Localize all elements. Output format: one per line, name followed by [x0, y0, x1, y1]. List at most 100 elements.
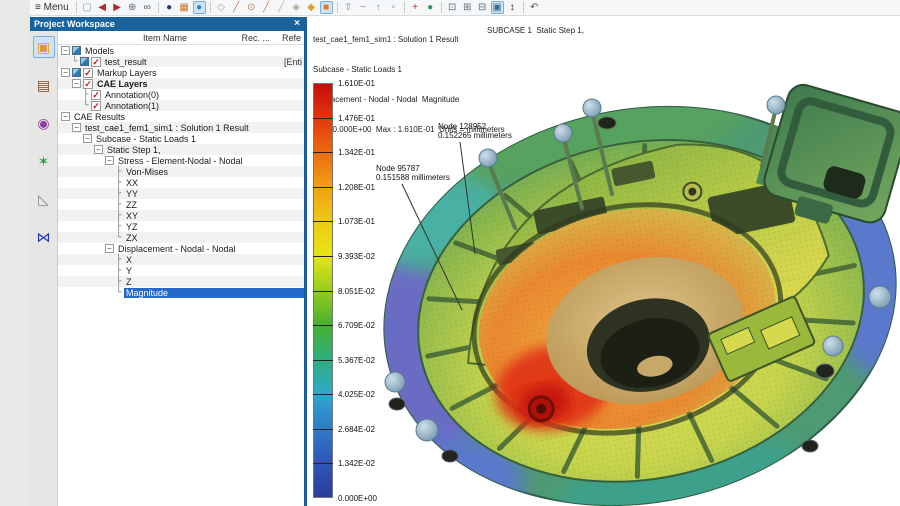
- close-icon[interactable]: ×: [294, 19, 300, 29]
- tree-row[interactable]: ├X: [58, 254, 304, 265]
- tree-row[interactable]: −CAE Results: [58, 111, 304, 122]
- fit-view-icon[interactable]: ⊡: [446, 1, 459, 14]
- markup-line-icon[interactable]: ╱: [230, 1, 243, 14]
- zoom-extents-icon[interactable]: ⊞: [461, 1, 474, 14]
- column-refe[interactable]: Refe: [282, 33, 301, 43]
- sphere-display-icon[interactable]: ●: [163, 1, 176, 14]
- height-adjust-icon[interactable]: ↕: [506, 1, 519, 14]
- find-icon[interactable]: ∞: [141, 1, 154, 14]
- expander-icon[interactable]: −: [83, 134, 92, 143]
- expander-icon[interactable]: −: [105, 244, 114, 253]
- tree-row[interactable]: └✓Annotation(1): [58, 100, 304, 111]
- tree-item-label[interactable]: Stress - Element-Nodal - Nodal: [116, 156, 245, 166]
- tree-row[interactable]: └ZX: [58, 232, 304, 243]
- checkbox-icon[interactable]: ✓: [91, 57, 101, 67]
- column-rec[interactable]: Rec. ...: [241, 33, 270, 43]
- workspace-window-icon[interactable]: ▢: [81, 1, 94, 14]
- column-item-name[interactable]: Item Name: [143, 33, 187, 43]
- zoom-icon[interactable]: ⊕: [126, 1, 139, 14]
- tree-item-label[interactable]: CAE Results: [72, 112, 127, 122]
- tree-row[interactable]: ├ZZ: [58, 199, 304, 210]
- expander-icon[interactable]: −: [72, 79, 81, 88]
- expander-icon[interactable]: −: [72, 123, 81, 132]
- tree-item-label[interactable]: CAE Layers: [95, 79, 150, 89]
- results-workspace-icon[interactable]: ▣: [33, 36, 55, 58]
- tree-item-label[interactable]: Markup Layers: [95, 68, 159, 78]
- tree-row[interactable]: −test_cae1_fem1_sim1 : Solution 1 Result: [58, 122, 304, 133]
- measure-tool-icon[interactable]: +: [409, 1, 422, 14]
- tree-row[interactable]: ├YZ: [58, 221, 304, 232]
- markup-line2-icon[interactable]: ╱: [260, 1, 273, 14]
- checkbox-icon[interactable]: ✓: [83, 79, 93, 89]
- expander-icon[interactable]: −: [94, 145, 103, 154]
- expander-icon[interactable]: −: [61, 46, 70, 55]
- tree-item-label[interactable]: XY: [124, 211, 140, 221]
- expander-icon[interactable]: −: [61, 68, 70, 77]
- expander-icon[interactable]: −: [61, 112, 70, 121]
- next-result-icon[interactable]: ▶: [111, 1, 124, 14]
- tree-row[interactable]: −Displacement - Nodal - Nodal: [58, 243, 304, 254]
- tree-item-label[interactable]: Subcase - Static Loads 1: [94, 134, 198, 144]
- tree-item-label[interactable]: Static Step 1,: [105, 145, 163, 155]
- tree-row[interactable]: −Static Step 1,: [58, 144, 304, 155]
- graphics-viewport[interactable]: test_cae1_fem1_sim1 : Solution 1 Result …: [310, 16, 900, 506]
- tree-item-label[interactable]: Von-Mises: [124, 167, 170, 177]
- menu-button[interactable]: ≡ Menu: [35, 2, 69, 13]
- earth-icon[interactable]: ●: [424, 1, 437, 14]
- checkbox-icon[interactable]: ✓: [91, 90, 101, 100]
- tree-item-label[interactable]: YZ: [124, 222, 140, 232]
- tree-item-label[interactable]: ZX: [124, 233, 140, 243]
- previous-result-icon[interactable]: ◀: [96, 1, 109, 14]
- tree-row[interactable]: ├Z: [58, 276, 304, 287]
- tree-row[interactable]: └✓test_result[Enti: [58, 56, 304, 67]
- expander-icon[interactable]: −: [105, 156, 114, 165]
- arrow-up-icon[interactable]: ↑: [372, 1, 385, 14]
- layer-wireframe-icon[interactable]: ◈: [290, 1, 303, 14]
- tree-row[interactable]: ├Von-Mises: [58, 166, 304, 177]
- tree-row[interactable]: ├Y: [58, 265, 304, 276]
- checkbox-icon[interactable]: ✓: [91, 101, 101, 111]
- globe-display-icon[interactable]: ●: [193, 1, 206, 14]
- layer-shaded-icon[interactable]: ◆: [305, 1, 318, 14]
- tree-row[interactable]: −✓CAE Layers: [58, 78, 304, 89]
- tree-item-label[interactable]: XX: [124, 178, 140, 188]
- tree-item-label[interactable]: Models: [83, 46, 116, 56]
- tree-row[interactable]: −Subcase - Static Loads 1: [58, 133, 304, 144]
- annotation-node-95787[interactable]: Node 95787 0.151588 millimeters: [376, 164, 450, 182]
- tree-item-label[interactable]: Annotation(0): [103, 90, 161, 100]
- tree-row[interactable]: └Magnitude: [58, 287, 304, 298]
- tree-item-label[interactable]: test_cae1_fem1_sim1 : Solution 1 Result: [83, 123, 251, 133]
- panel-titlebar[interactable]: Project Workspace ×: [30, 17, 304, 31]
- compare-sync-icon[interactable]: ⋈: [33, 226, 55, 248]
- tree-row[interactable]: ├YY: [58, 188, 304, 199]
- tree-row[interactable]: ├✓Annotation(0): [58, 89, 304, 100]
- navigation-cube-icon[interactable]: ▦: [178, 1, 191, 14]
- arrow-annotation-icon[interactable]: ⇧: [342, 1, 355, 14]
- tree-item-label[interactable]: YY: [124, 189, 140, 199]
- select-region-icon[interactable]: ▫: [387, 1, 400, 14]
- tree-row[interactable]: ├XX: [58, 177, 304, 188]
- tree-item-label[interactable]: test_result: [103, 57, 149, 67]
- gear-tools-icon[interactable]: ✶: [33, 150, 55, 172]
- markup-circle-icon[interactable]: ⊙: [245, 1, 258, 14]
- tree-row[interactable]: − Models: [58, 45, 304, 56]
- annotation-node-128952[interactable]: Node 128952 0.152265 millimeters: [438, 122, 512, 140]
- fit-width-icon[interactable]: ⊟: [476, 1, 489, 14]
- checkbox-icon[interactable]: ✓: [83, 68, 93, 78]
- tree-row[interactable]: ├XY: [58, 210, 304, 221]
- markup-freehand-icon[interactable]: ╱: [275, 1, 288, 14]
- tree-item-label[interactable]: Z: [124, 277, 134, 287]
- shaded-box-icon[interactable]: ■: [320, 1, 333, 14]
- tree-item-label[interactable]: ZZ: [124, 200, 139, 210]
- tree-item-label[interactable]: Y: [124, 266, 134, 276]
- tree-item-label[interactable]: Displacement - Nodal - Nodal: [116, 244, 238, 254]
- tree-item-label[interactable]: X: [124, 255, 134, 265]
- undo-icon[interactable]: ↶: [528, 1, 541, 14]
- tree-item-label[interactable]: Annotation(1): [103, 101, 161, 111]
- tree-row[interactable]: −Stress - Element-Nodal - Nodal: [58, 155, 304, 166]
- confirm-view-icon[interactable]: ▣: [491, 1, 504, 14]
- spline-annotation-icon[interactable]: ~: [357, 1, 370, 14]
- tree-item-label[interactable]: Magnitude: [124, 288, 304, 298]
- tree-row[interactable]: − ✓Markup Layers: [58, 67, 304, 78]
- data-collector-icon[interactable]: ◉: [33, 112, 55, 134]
